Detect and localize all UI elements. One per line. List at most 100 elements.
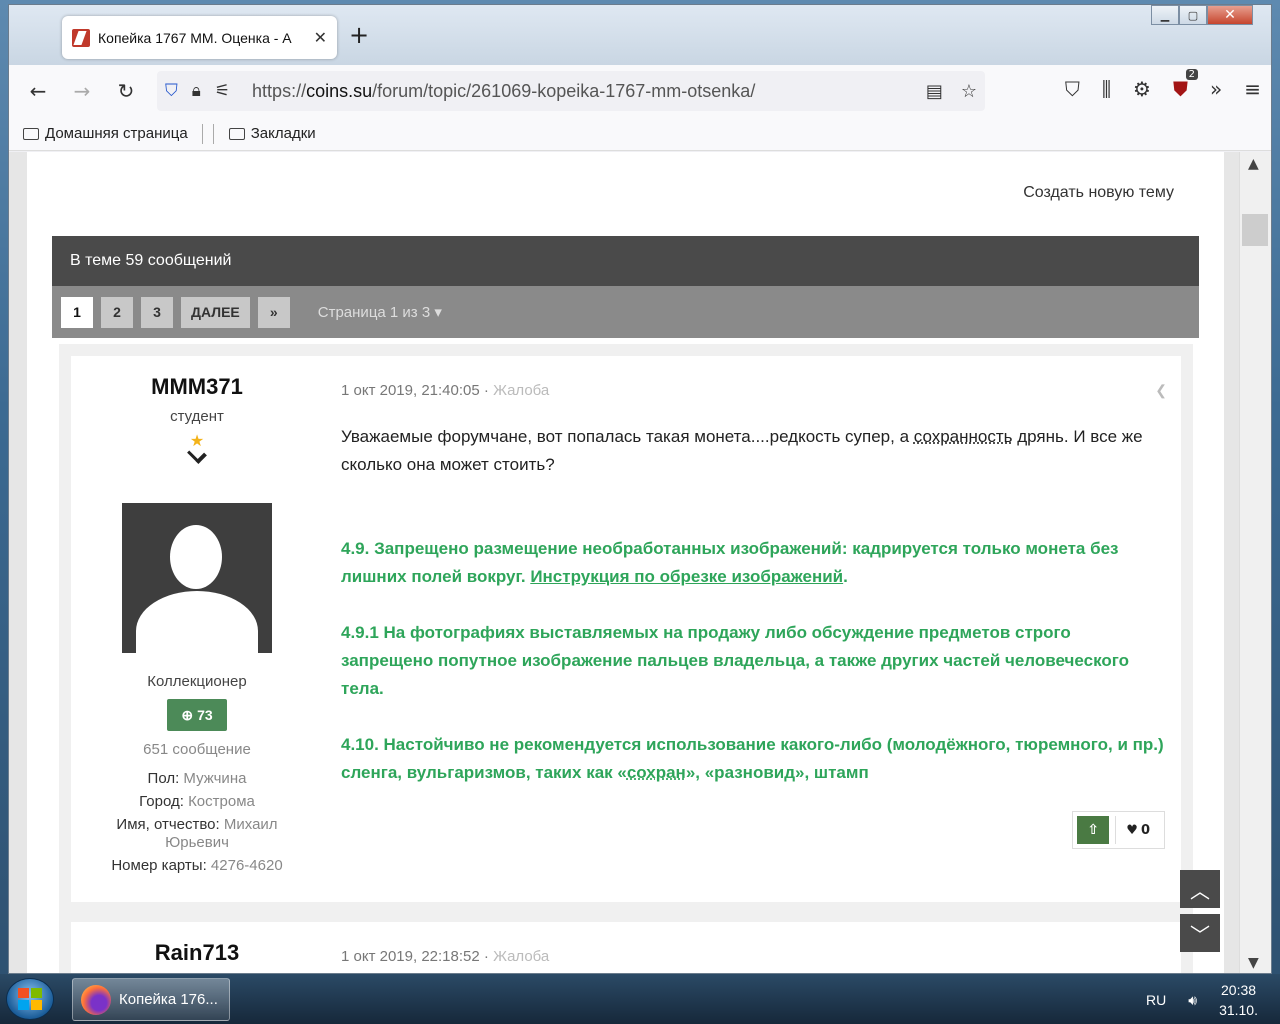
- tab-title: Копейка 1767 ММ. Оценка - А: [98, 29, 292, 46]
- post-meta: 1 окт 2019, 22:18:52 · Жалоба: [341, 948, 550, 965]
- clock[interactable]: 20:38 31.10.: [1219, 980, 1258, 1020]
- reload-icon[interactable]: ↻: [107, 79, 145, 103]
- scroll-top-button[interactable]: ︿: [1180, 870, 1220, 908]
- menu-hamburger-icon[interactable]: ≡: [1244, 77, 1261, 101]
- share-icon[interactable]: ❮: [1155, 382, 1167, 399]
- reader-view-icon[interactable]: ▤: [926, 81, 943, 102]
- ublock-badge: 2: [1185, 69, 1198, 80]
- scroll-down-arrow-icon[interactable]: ▼: [1248, 955, 1259, 971]
- minimize-button[interactable]: ▁: [1151, 5, 1179, 25]
- post-body: 1 окт 2019, 21:40:05 · Жалоба ❮ Уважаемы…: [341, 356, 1167, 815]
- folder-icon: [228, 127, 245, 140]
- folder-icon: [23, 127, 39, 140]
- bookmark-star-icon[interactable]: ☆: [961, 81, 977, 102]
- last-page-button[interactable]: »: [257, 296, 290, 328]
- window-controls: ▁ ▢ ✕: [1151, 5, 1253, 25]
- author-name[interactable]: MMM371: [71, 374, 323, 400]
- avatar-body: [136, 591, 258, 653]
- system-tray: RU 🔊︎ 20:38 31.10.: [1146, 980, 1258, 1020]
- scroll-bottom-button[interactable]: ﹀: [1180, 914, 1220, 952]
- next-page-button[interactable]: ДАЛЕЕ: [181, 296, 250, 328]
- post-date[interactable]: 1 окт 2019, 21:40:05: [341, 382, 480, 399]
- reactions: ⇧ ♥ 0: [1072, 811, 1165, 849]
- upvote-arrow-icon[interactable]: ⇧: [1077, 816, 1110, 844]
- taskbar: Копейка 176... RU 🔊︎ 20:38 31.10.: [0, 974, 1280, 1024]
- ublock-icon[interactable]: ⛊ 2: [1173, 69, 1198, 101]
- overflow-chevrons-icon[interactable]: »: [1210, 77, 1222, 101]
- report-link[interactable]: Жалоба: [493, 948, 549, 965]
- page-viewport: Создать новую тему В теме 59 сообщений 1…: [9, 152, 1241, 973]
- tab-close-icon[interactable]: ✕: [314, 28, 327, 47]
- pocket-icon[interactable]: ⛉: [1065, 77, 1080, 101]
- library-icon[interactable]: ⫼: [1102, 77, 1111, 101]
- rule-4-9: 4.9. Запрещено размещение необработанных…: [341, 539, 1119, 586]
- author-name[interactable]: Rain713: [71, 940, 323, 966]
- page-3-button[interactable]: 3: [141, 296, 173, 328]
- author-rank: студент: [170, 408, 224, 425]
- page-info-dropdown[interactable]: Страница 1 из 3 ▾: [318, 303, 442, 321]
- forum-page: Создать новую тему В теме 59 сообщений 1…: [27, 152, 1224, 973]
- report-link[interactable]: Жалоба: [493, 382, 549, 399]
- rank-badge-icon: ★: [177, 431, 217, 464]
- address-bar[interactable]: ⛉ 🔒︎ ⚟ https://coins.su/forum/topic/2610…: [157, 71, 985, 111]
- heart-icon: ♥: [1126, 822, 1138, 838]
- site-favicon-icon: [72, 28, 90, 47]
- language-indicator[interactable]: RU: [1146, 992, 1166, 1008]
- page-2-button[interactable]: 2: [101, 296, 133, 328]
- bookmark-separator: [201, 123, 203, 144]
- avatar-head: [170, 525, 222, 589]
- url-text[interactable]: https://coins.su/forum/topic/261069-kope…: [252, 81, 755, 102]
- reputation-badge[interactable]: ⊕ 73: [167, 699, 227, 731]
- taskbar-firefox-item[interactable]: Копейка 176...: [72, 978, 230, 1021]
- profile-field: Номер карты: 4276-4620: [111, 857, 283, 874]
- volume-icon[interactable]: 🔊︎: [1188, 992, 1197, 1009]
- bookmark-separator: [212, 123, 214, 144]
- post-body: 1 окт 2019, 22:18:52 · Жалоба: [341, 922, 1167, 965]
- bookmark-home[interactable]: Домашняя страница: [23, 125, 188, 142]
- bookmarks-bar: Домашняя страница Закладки: [9, 117, 1271, 151]
- back-icon[interactable]: ←: [19, 79, 57, 103]
- scroll-up-arrow-icon[interactable]: ▲: [1248, 156, 1259, 172]
- profile-field: Город: Кострома: [139, 793, 255, 810]
- forward-icon[interactable]: →: [63, 79, 101, 103]
- tag-link[interactable]: сохран: [627, 763, 686, 782]
- windows-logo-icon: [18, 988, 42, 1010]
- post-text: Уважаемые форумчане, вот попалась такая …: [341, 427, 1143, 474]
- profile-field: Имя, отчество: Михаил Юрьевич: [116, 816, 278, 851]
- page-1-button[interactable]: 1: [61, 296, 93, 328]
- firefox-icon: [81, 984, 111, 1015]
- scrollbar-thumb[interactable]: [1242, 214, 1268, 246]
- plus-circle-icon: ⊕: [181, 706, 194, 723]
- bookmark-folder-bookmarks[interactable]: Закладки: [228, 125, 316, 142]
- lock-icon[interactable]: 🔒︎: [192, 81, 201, 101]
- signature-rules: 4.9. Запрещено размещение необработанных…: [341, 535, 1167, 787]
- toolbar-icons: ⛉ ⫼ ⚙ ⛊ 2 » ≡: [1065, 69, 1261, 101]
- tag-link[interactable]: сохранность: [914, 427, 1013, 446]
- close-window-button[interactable]: ✕: [1207, 5, 1253, 25]
- rule-4-10: 4.10. Настойчиво не рекомендуется исполь…: [341, 735, 1164, 782]
- tracking-shield-icon[interactable]: ⛉: [165, 81, 178, 101]
- profile-field: Пол: Мужчина: [147, 770, 247, 787]
- like-button[interactable]: ♥ 0: [1115, 816, 1160, 844]
- forum-post: MMM371 студент ★ Коллекционер ⊕ 73 651 со…: [71, 356, 1181, 902]
- author-group: Коллекционер: [147, 673, 247, 690]
- permissions-icon[interactable]: ⚟: [215, 81, 230, 101]
- rule-4-9-1: 4.9.1 На фотографиях выставляемых на про…: [341, 623, 1129, 698]
- post-meta: 1 окт 2019, 21:40:05 · Жалоба: [341, 382, 550, 399]
- maximize-button[interactable]: ▢: [1179, 5, 1207, 25]
- vertical-scrollbar[interactable]: ▲ ▼: [1239, 152, 1271, 973]
- clock-time: 20:38: [1221, 982, 1257, 998]
- create-topic-button[interactable]: Создать новую тему: [1023, 184, 1174, 202]
- forum-post: Rain713 1 окт 2019, 22:18:52 · Жалоба: [71, 922, 1181, 973]
- browser-tab[interactable]: Копейка 1767 ММ. Оценка - А ✕: [62, 16, 337, 59]
- cropping-instructions-link[interactable]: Инструкция по обрезке изображений: [530, 567, 843, 586]
- post-date[interactable]: 1 окт 2019, 22:18:52: [341, 948, 480, 965]
- new-tab-button[interactable]: +: [349, 23, 369, 47]
- start-button[interactable]: [6, 978, 54, 1020]
- settings-gear-icon[interactable]: ⚙: [1133, 77, 1151, 101]
- pagination: 1 2 3 ДАЛЕЕ » Страница 1 из 3 ▾: [52, 286, 1199, 338]
- topic-post-count: В теме 59 сообщений: [52, 236, 1199, 286]
- avatar[interactable]: [122, 503, 272, 653]
- post-author-panel: Rain713: [71, 922, 323, 966]
- author-post-count[interactable]: 651 сообщение: [71, 741, 323, 758]
